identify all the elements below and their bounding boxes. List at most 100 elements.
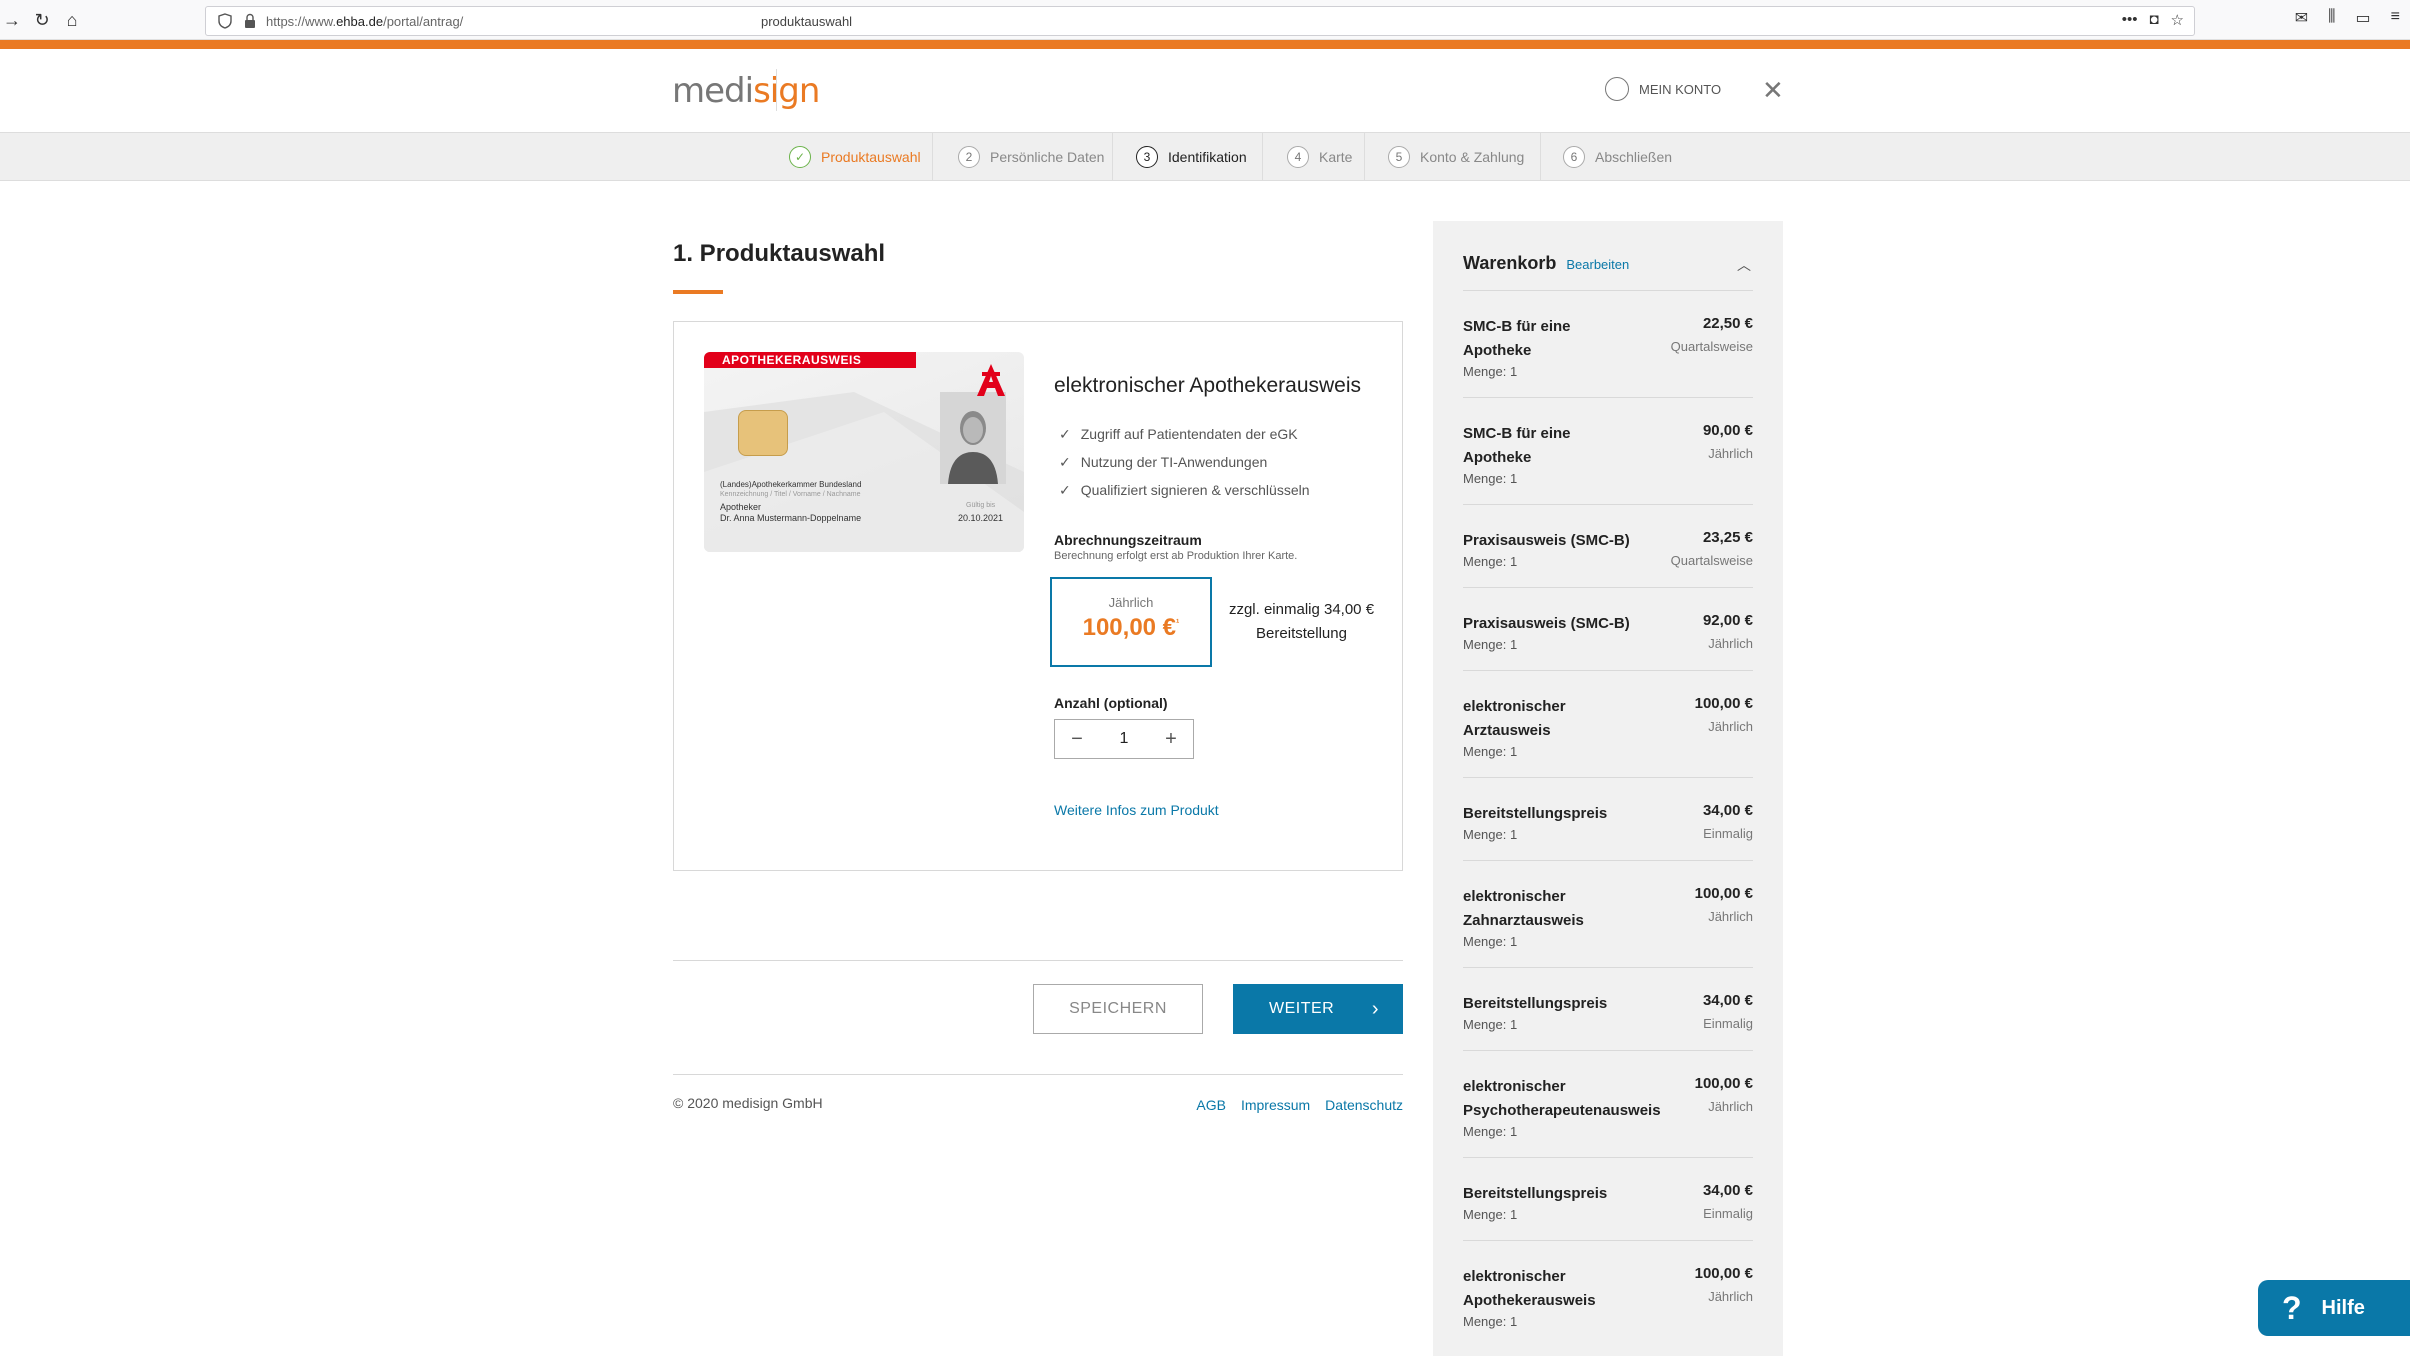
cart-item-period: Einmalig [1703,1206,1753,1221]
cart-item-period: Quartalsweise [1670,339,1753,354]
extra-fee-note: zzgl. einmalig 34,00 € Bereitstellung [1228,601,1375,642]
cart-item-price: 92,00 € [1702,612,1753,629]
apotheke-logo-icon [977,364,1005,396]
check-icon: ✓ [1059,453,1071,470]
step-konto-zahlung[interactable]: 5 Konto & Zahlung [1388,133,1524,180]
medisign-logo[interactable]: medisign [672,71,820,111]
feature-item: ✓ Qualifiziert signieren & verschlüsseln [1059,481,1310,499]
card-fields-hint: Kennzeichnung / Titel / Vorname / Nachna… [720,491,861,498]
title-underline [673,290,723,294]
chip-icon [738,410,788,456]
cart-item-period: Quartalsweise [1670,553,1753,568]
cart-item-name: elektronischer Zahnarztausweis [1463,888,1584,929]
step-number: 4 [1287,145,1309,168]
step-label: Produktauswahl [821,148,921,165]
minus-icon[interactable]: − [1067,728,1087,751]
shield-icon[interactable] [218,13,232,29]
divider [673,960,1403,961]
save-button[interactable]: SPEICHERN [1033,984,1203,1034]
quantity-value[interactable]: 1 [1120,730,1129,748]
chevron-right-icon: › [1371,997,1379,1020]
cart-item: elektronischer Zahnarztausweis Menge: 1 10… [1463,860,1753,967]
step-number: 2 [958,145,980,168]
cart-item-period: Einmalig [1703,826,1753,841]
cart-item-name: SMC-B für eine Apotheke [1463,318,1571,359]
chevron-up-icon[interactable]: ︿ [1737,255,1751,275]
more-icon[interactable]: ••• [2122,11,2138,29]
step-label: Persönliche Daten [990,148,1105,165]
cart-item-name: Praxisausweis (SMC-B) [1463,615,1630,632]
pocket-icon[interactable]: ◘ [2149,11,2158,29]
cart-list: SMC-B für eine Apotheke Menge: 1 22,50 € Qu… [1463,290,1753,1347]
card-valid-date: 20.10.2021 [958,513,1004,523]
accent-bar [0,40,2410,49]
step-produktauswahl[interactable]: ✓ Produktauswahl [789,133,921,180]
divider [673,1074,1403,1075]
header-divider [776,69,777,111]
cart-title: Warenkorb [1463,253,1557,273]
mail-icon[interactable]: ✉ [2295,8,2308,28]
next-button[interactable]: WEITER › [1233,984,1403,1034]
address-bar[interactable]: https://www.ehba.de/portal/antrag/ produ… [205,6,2195,36]
cart-item: elektronischer Arztausweis Menge: 1 100,00… [1463,670,1753,777]
feature-item: ✓ Nutzung der TI-Anwendungen [1059,453,1268,471]
step-number: 3 [1136,145,1158,168]
back-icon[interactable]: → [0,8,24,32]
bookmark-star-icon[interactable]: ☆ [2171,11,2184,29]
more-info-link[interactable]: Weitere Infos zum Produkt [1054,802,1219,818]
cart-item-period: Jährlich [1708,1099,1753,1114]
cart-item-period: Einmalig [1703,1016,1753,1031]
next-label: WEITER [1269,1000,1335,1017]
cart-item-name: SMC-B für eine Apotheke [1463,425,1571,466]
check-icon: ✓ [1059,425,1071,442]
url-text: https://www.ehba.de/portal/antrag/ [266,14,464,29]
cart-item-price: 23,25 € [1702,529,1753,546]
cart-item: Bereitstellungspreis Menge: 1 34,00 € Einma… [1463,777,1753,860]
cart-item: Bereitstellungspreis Menge: 1 34,00 € Einma… [1463,967,1753,1050]
step-persoenliche-daten[interactable]: 2 Persönliche Daten [958,133,1104,180]
footer-link-impressum[interactable]: Impressum [1241,1097,1310,1113]
cart-item-qty: Menge: 1 [1463,471,1518,486]
cart-item: elektronischer Apothekerausweis Menge: 1 1… [1463,1240,1753,1347]
cart-item: Bereitstellungspreis Menge: 1 34,00 € Einma… [1463,1157,1753,1240]
cart-item-price: 34,00 € [1702,1182,1753,1199]
step-identifikation[interactable]: 3 Identifikation [1136,133,1247,180]
account-button[interactable]: MEIN KONTO [1605,77,1721,101]
menu-icon[interactable]: ≡ [2391,8,2400,28]
library-icon[interactable]: ⫼ [2328,8,2335,28]
price-option-yearly[interactable]: Jährlich 100,00 €¹ [1050,577,1212,667]
card-stripe: APOTHEKERAUSWEIS [704,352,916,368]
close-icon[interactable]: ✕ [1762,77,1784,103]
step-label: Konto & Zahlung [1420,148,1525,165]
cart-item-name: Bereitstellungspreis [1463,1185,1608,1202]
question-icon: ? [2282,1289,2302,1326]
billing-title: Abrechnungszeitraum [1054,532,1202,548]
plus-icon[interactable]: + [1161,728,1181,751]
cart-item-qty: Menge: 1 [1463,1124,1518,1139]
cart-item-name: elektronischer Apothekerausweis [1463,1268,1596,1309]
cart-item: SMC-B für eine Apotheke Menge: 1 90,00 € Jä… [1463,397,1753,504]
copyright: © 2020 medisign GmbH [673,1095,823,1111]
cart-item: SMC-B für eine Apotheke Menge: 1 22,50 € Qu… [1463,290,1753,397]
footer-link-agb[interactable]: AGB [1196,1097,1226,1113]
cart-item-price: 34,00 € [1702,992,1753,1009]
sidebar-icon[interactable]: ▭ [2356,8,2371,28]
cart-item-name: Bereitstellungspreis [1463,995,1608,1012]
help-button[interactable]: ? Hilfe [2258,1280,2410,1336]
quantity-title: Anzahl (optional) [1054,695,1168,711]
reload-icon[interactable]: ↻ [30,8,54,32]
lock-icon[interactable] [244,13,256,29]
cart-edit-link[interactable]: Bearbeiten [1566,257,1629,272]
step-number: 6 [1563,145,1585,168]
cart-item-price: 100,00 € [1694,1075,1753,1092]
help-label: Hilfe [2321,1296,2365,1319]
footer-link-datenschutz[interactable]: Datenschutz [1325,1097,1403,1113]
card-chamber: (Landes)Apothekerkammer Bundesland [720,480,862,489]
cart-item-price: 90,00 € [1702,422,1753,439]
home-icon[interactable]: ⌂ [60,8,84,32]
cart-item-name: elektronischer Arztausweis [1463,698,1566,739]
step-karte[interactable]: 4 Karte [1287,133,1352,180]
price-period: Jährlich [1108,595,1154,610]
step-abschliessen[interactable]: 6 Abschließen [1563,133,1672,180]
page-title: 1. Produktauswahl [673,240,886,267]
